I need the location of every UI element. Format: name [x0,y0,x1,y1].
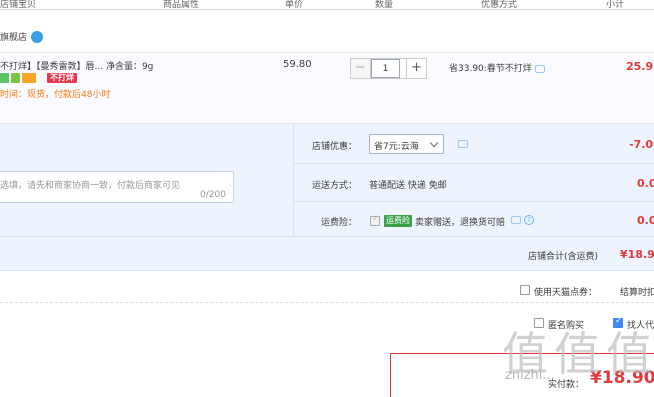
insurance-checkbox[interactable] [370,214,380,226]
memo-placeholder: 选填，请先和商家协商一致，付款后商家可见 [0,181,181,191]
insurance-label: 运费险： [321,218,358,228]
coupon-label: 使用天猫点券： [534,288,598,298]
shop-discount-label: 店铺优惠： [312,142,358,152]
header-subtotal: 小计 [606,0,625,10]
settle-label: 结算时扣 [620,288,654,298]
shop-discount-value[interactable]: 省7元:云海 [374,139,419,152]
watermark-text: zhizhi... [505,368,555,383]
panel-divider [293,124,294,236]
qty-input[interactable]: 1 [371,59,400,78]
memo-count: 0/200 [200,190,226,200]
item-discount-text: 省33.90:春节不打烊 [449,64,532,74]
shipping-info: 时间：现货，付款后48小时 [0,90,111,100]
table-header: 店铺宝贝 商品属性 单价 数量 优惠方式 小计 [0,0,654,10]
tag-green-icon [0,73,9,83]
insurance-text: 卖家赠送，退换货可赔 [415,218,506,228]
insurance-tag: 运费险 [384,215,412,227]
shop-name[interactable]: 旗舰店 [0,33,27,43]
delivery-amount: 0.0 [637,177,654,190]
insurance-amount: 0.0 [637,214,654,227]
help-icon[interactable]: ? [524,215,534,225]
row-divider [294,201,654,202]
tag-gift-icon [11,73,20,83]
comment-icon[interactable] [511,216,521,224]
shop-name-row[interactable]: 旗舰店 [0,30,44,44]
header-item: 店铺宝贝 [0,0,37,10]
header-attr: 商品属性 [163,0,200,10]
tag-card-icon [22,73,36,83]
item-price: 59.80 [283,59,312,70]
dashed-divider [0,302,654,303]
row-divider [0,236,654,237]
coupon-checkbox[interactable] [520,285,530,295]
comment-icon[interactable] [458,140,468,148]
item-discount: 省33.90:春节不打烊 [449,61,545,74]
row-divider [294,163,654,164]
delivery-value: 普通配送 快递 免邮 [369,181,447,191]
qty-plus-button[interactable]: + [406,59,426,78]
quantity-stepper[interactable]: − 1 + [350,58,427,79]
shop-total-amount: ¥18.9 [620,248,654,261]
header-qty: 数量 [375,0,394,10]
delivery-label: 运送方式： [312,181,358,191]
header-discount: 优惠方式 [481,0,518,10]
item-title[interactable]: 不打烊】【曼秀雷敦】唇... 净含量：9g [0,59,153,72]
comment-icon[interactable] [534,64,545,73]
item-subtotal: 25.9 [626,60,654,73]
qty-minus-button[interactable]: − [351,59,371,78]
shop-total-label: 店铺合计(含运费) [528,252,599,262]
tag-badge: 不打烊 [47,73,77,83]
shop-discount-amount: -7.00 [629,138,654,151]
shop-service-icon[interactable] [31,30,44,43]
header-price: 单价 [285,0,304,10]
